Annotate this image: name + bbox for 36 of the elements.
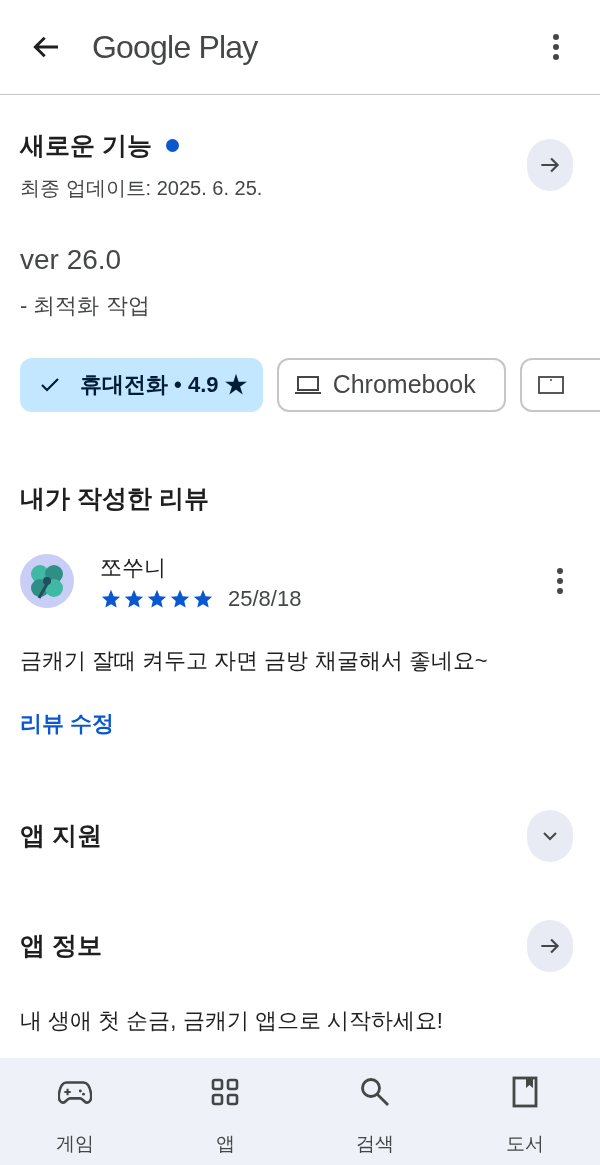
- nav-tab[interactable]: 검색: [300, 1058, 450, 1165]
- review-text: 금캐기 잘때 켜두고 자면 금방 채굴해서 좋네요~: [20, 647, 489, 675]
- more-options-icon[interactable]: [552, 33, 560, 61]
- star-icon: [192, 588, 214, 610]
- device-filter-chip[interactable]: Chromebook: [276, 357, 506, 412]
- update-date-text: 최종 업데이트: 2025. 6. 25.: [20, 175, 264, 201]
- more-options-icon[interactable]: [556, 566, 564, 595]
- star-icon: [123, 588, 145, 610]
- nav-tab[interactable]: 게임: [0, 1058, 150, 1165]
- open-button[interactable]: [527, 920, 573, 972]
- edit-review-link[interactable]: 리뷰 수정: [20, 707, 115, 740]
- star-icon: [169, 588, 191, 610]
- app-bar-title: Google Play: [92, 28, 258, 67]
- device-filter-chip[interactable]: [519, 357, 600, 412]
- version-text: ver 26.0: [20, 242, 123, 277]
- app-description: 내 생애 첫 순금, 금캐기 앱으로 시작하세요!: [20, 1007, 444, 1035]
- gamepad-icon: [58, 1079, 92, 1105]
- review-date: 25/8/18: [228, 588, 302, 610]
- device-filter-chip[interactable]: 휴대전화 • 4.9 ★: [20, 357, 263, 412]
- clover-avatar-icon: [20, 553, 74, 608]
- book-icon: [512, 1076, 538, 1108]
- star-icon: [100, 588, 122, 610]
- laptop-icon: [294, 374, 321, 395]
- tablet-icon: [537, 374, 564, 395]
- section-title: 내가 작성한 리뷰: [20, 482, 210, 514]
- grid-icon: [211, 1078, 239, 1106]
- nav-tab[interactable]: 앱: [150, 1058, 300, 1165]
- search-icon: [359, 1076, 391, 1108]
- reviewer-name: 쪼쑤니: [100, 554, 167, 582]
- section-title: 새로운 기능: [20, 130, 152, 161]
- open-button[interactable]: [527, 138, 573, 191]
- nav-tab[interactable]: 도서: [450, 1058, 600, 1165]
- section-title: 앱 정보: [20, 930, 103, 962]
- section-title: 앱 지원: [20, 820, 103, 852]
- release-notes-text: - 최적화 작업: [20, 291, 151, 320]
- star-icon: [146, 588, 168, 610]
